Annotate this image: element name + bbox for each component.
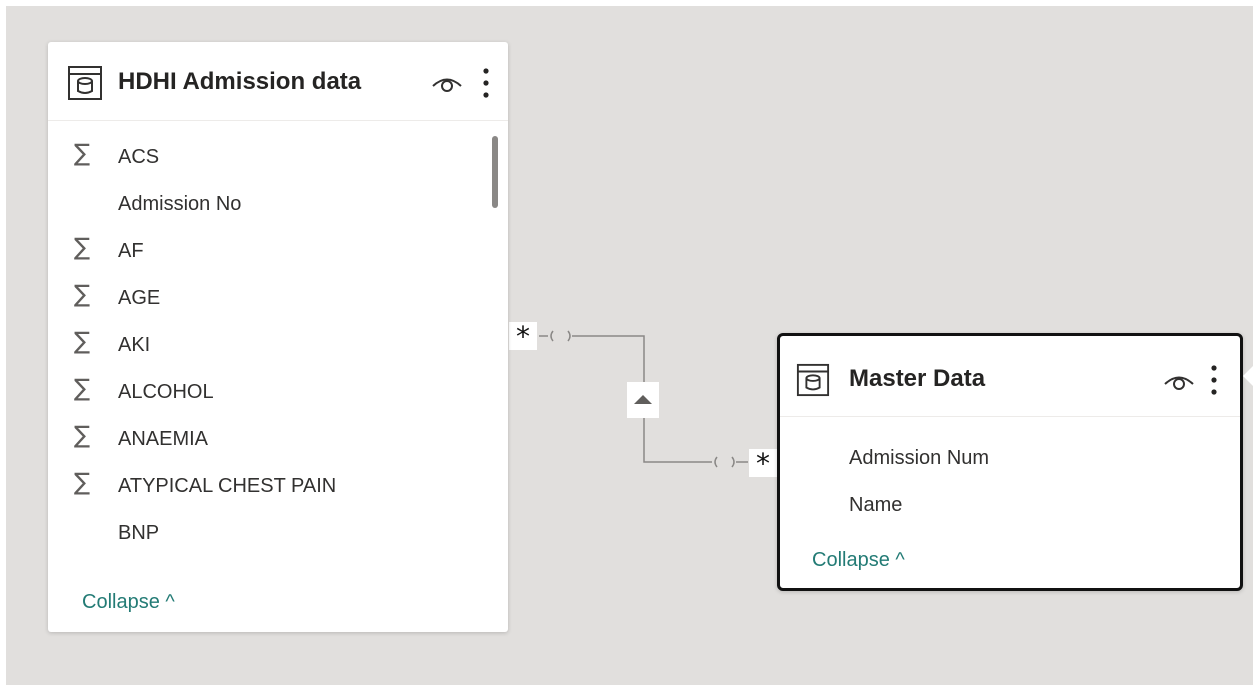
resize-handle-indicator bbox=[1243, 366, 1253, 386]
field-name: AF bbox=[118, 240, 144, 262]
scrollbar-thumb[interactable] bbox=[492, 136, 498, 208]
field-name: BNP bbox=[118, 522, 160, 544]
field-row-bnp[interactable]: BNP bbox=[48, 511, 490, 558]
field-row-age[interactable]: ∑ AGE bbox=[48, 276, 490, 323]
table-title: HDHI Admission data bbox=[118, 68, 362, 95]
field-name: AKI bbox=[118, 334, 151, 356]
table-card-header: HDHI Admission data bbox=[48, 42, 508, 121]
field-row-alcohol[interactable]: ∑ ALCOHOL bbox=[48, 370, 490, 417]
field-name: Admission Num bbox=[849, 447, 990, 469]
table-title: Master Data bbox=[849, 365, 986, 392]
sigma-icon: ∑ bbox=[74, 421, 91, 449]
field-row-admission-no[interactable]: Admission No bbox=[48, 182, 490, 229]
sigma-icon: ∑ bbox=[74, 327, 91, 355]
table-card-hdhi-admission-data[interactable]: HDHI Admission data ∑ ACS Admission No ∑… bbox=[48, 42, 508, 632]
field-row-aki[interactable]: ∑ AKI bbox=[48, 323, 490, 370]
field-row-atypical-chest-pain[interactable]: ∑ ATYPICAL CHEST PAIN bbox=[48, 464, 490, 511]
table-card-master-data[interactable]: Master Data Admission Num Name Collapse … bbox=[777, 333, 1243, 591]
field-name: Admission No bbox=[118, 193, 242, 215]
field-row-admission-num[interactable]: Admission Num bbox=[780, 436, 1222, 483]
sigma-icon: ∑ bbox=[74, 280, 91, 308]
field-name: ACS bbox=[118, 146, 160, 168]
field-row-af[interactable]: ∑ AF bbox=[48, 229, 490, 276]
sigma-icon: ∑ bbox=[74, 233, 91, 261]
table-icon bbox=[796, 363, 830, 397]
field-name: AGE bbox=[118, 287, 161, 309]
collapse-link[interactable]: Collapse ^ bbox=[82, 591, 175, 614]
table-card-header: Master Data bbox=[780, 336, 1240, 417]
field-name: Name bbox=[849, 494, 903, 516]
field-name: ALCOHOL bbox=[118, 381, 214, 403]
eye-icon[interactable] bbox=[430, 71, 464, 95]
field-list: ∑ ACS Admission No ∑ AF ∑ AGE ∑ AKI ∑ AL… bbox=[48, 135, 490, 558]
eye-icon[interactable] bbox=[1162, 369, 1196, 393]
table-icon bbox=[68, 66, 102, 100]
field-name: ATYPICAL CHEST PAIN bbox=[118, 475, 337, 497]
field-row-anaemia[interactable]: ∑ ANAEMIA bbox=[48, 417, 490, 464]
more-options-icon[interactable] bbox=[1204, 363, 1224, 397]
field-list: Admission Num Name bbox=[780, 436, 1222, 530]
field-name: ANAEMIA bbox=[118, 428, 209, 450]
field-row-acs[interactable]: ∑ ACS bbox=[48, 135, 490, 182]
sigma-icon: ∑ bbox=[74, 139, 91, 167]
field-row-name[interactable]: Name bbox=[780, 483, 1222, 530]
collapse-link[interactable]: Collapse ^ bbox=[812, 549, 905, 572]
sigma-icon: ∑ bbox=[74, 468, 91, 496]
sigma-icon: ∑ bbox=[74, 374, 91, 402]
more-options-icon[interactable] bbox=[476, 66, 496, 100]
